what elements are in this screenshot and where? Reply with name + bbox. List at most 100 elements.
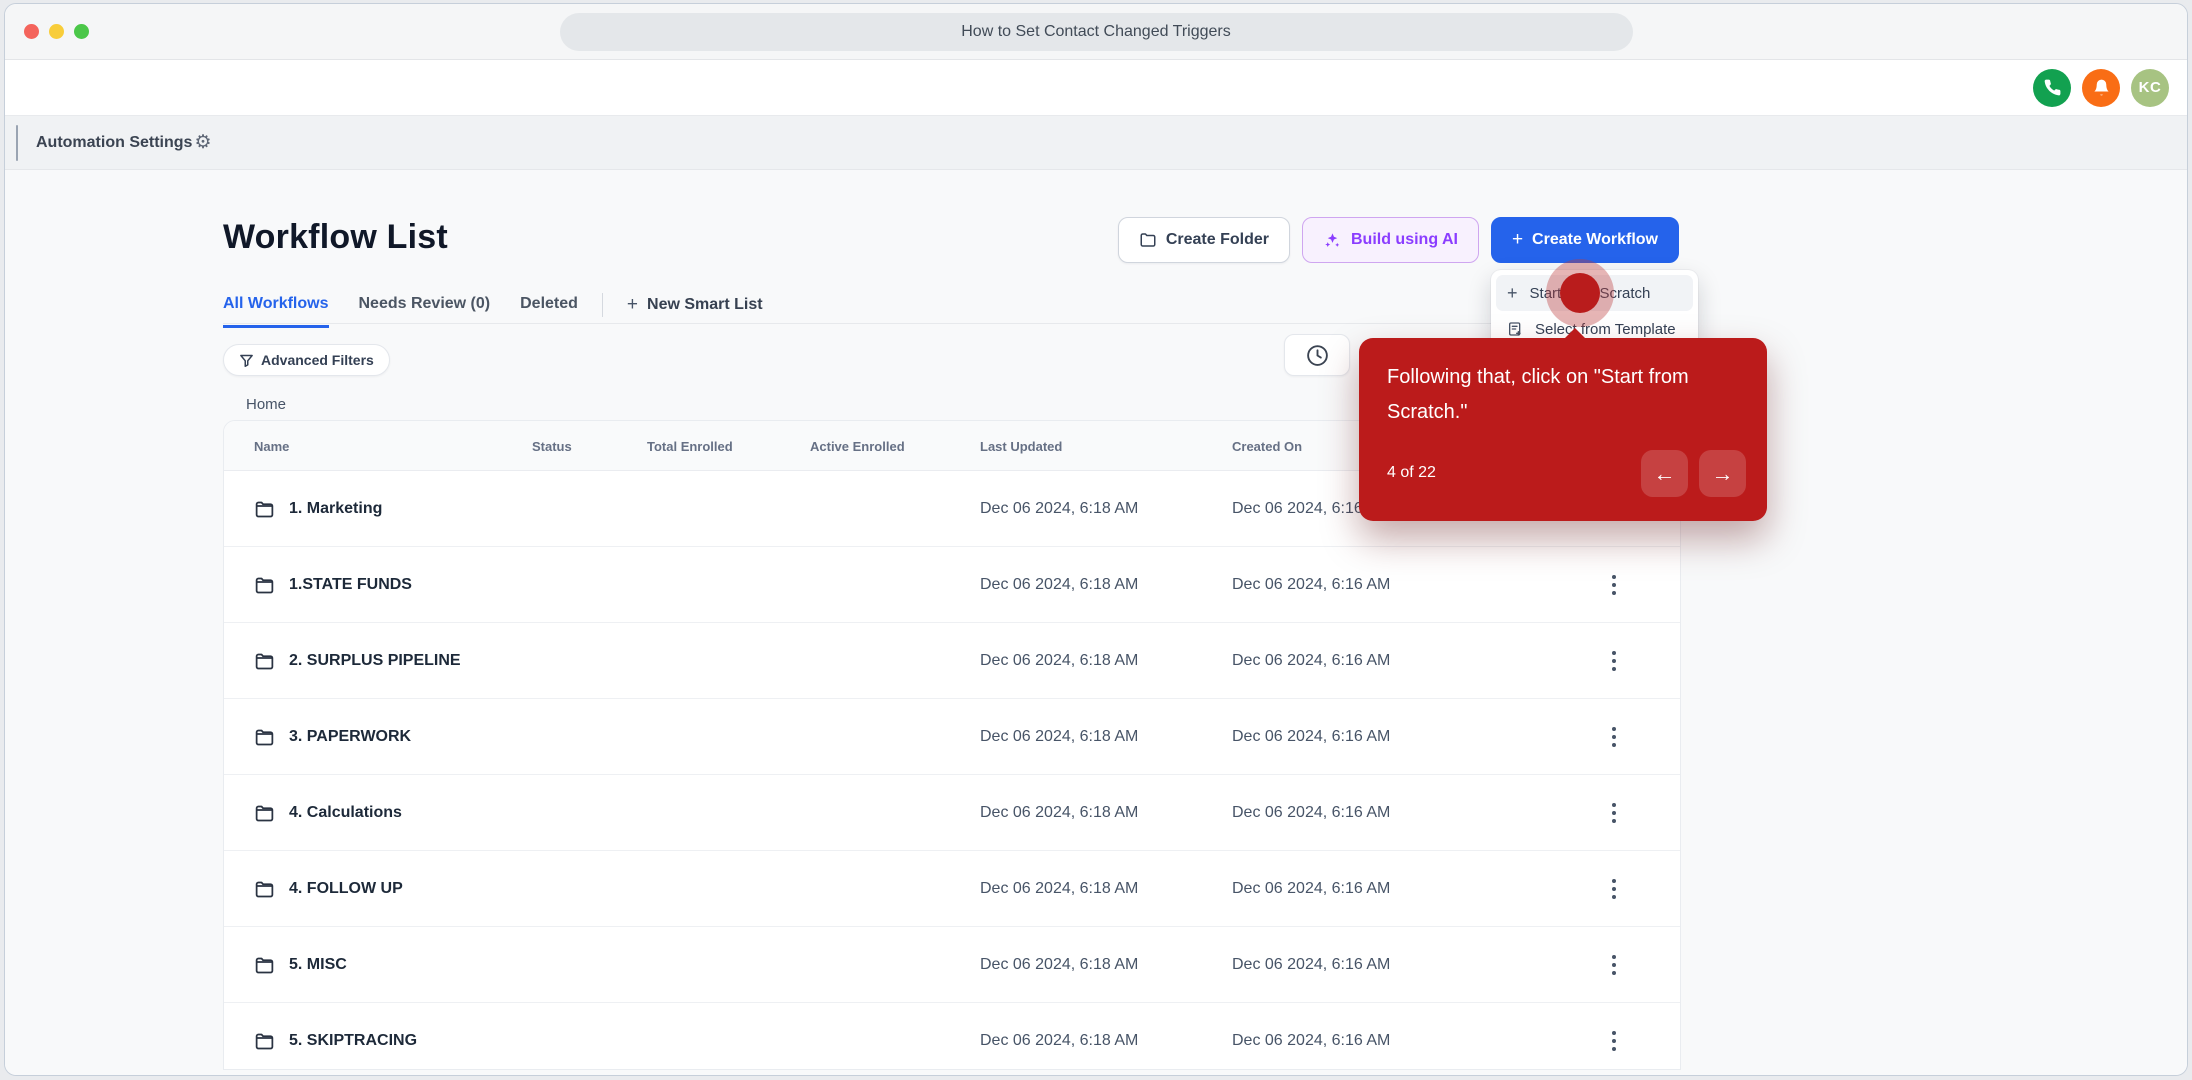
notifications-button[interactable]	[2082, 68, 2120, 107]
folder-icon	[254, 727, 275, 748]
app-header: KC	[5, 60, 2187, 116]
created-on-value: Dec 06 2024, 6:16 AM	[1232, 728, 1391, 745]
last-updated-value: Dec 06 2024, 6:18 AM	[980, 500, 1139, 517]
template-icon	[1507, 321, 1523, 337]
created-on-value: Dec 06 2024, 6:16 AM	[1232, 1032, 1391, 1049]
toolbar: Create Folder Build using AI + Create Wo…	[1117, 217, 1679, 263]
folder-icon	[254, 955, 275, 976]
build-using-ai-button[interactable]: Build using AI	[1301, 217, 1479, 263]
folder-icon	[1139, 231, 1157, 249]
create-folder-label: Create Folder	[1165, 231, 1269, 248]
table-row[interactable]: 4. FOLLOW UP Dec 06 2024, 6:18 AM Dec 06…	[224, 851, 1680, 927]
settings-bar: Automation Settings ⚙	[5, 116, 2187, 170]
create-workflow-button[interactable]: + Create Workflow	[1490, 217, 1679, 263]
plus-icon: +	[1507, 282, 1518, 303]
close-window-icon[interactable]	[24, 24, 39, 39]
last-updated-value: Dec 06 2024, 6:18 AM	[980, 880, 1139, 897]
minimize-window-icon[interactable]	[49, 24, 64, 39]
main-content: Workflow List Create Folder Build using …	[5, 170, 2187, 1075]
row-actions-icon[interactable]	[1602, 1003, 1626, 1069]
folder-name: 5. MISC	[289, 956, 347, 973]
window-title: How to Set Contact Changed Triggers	[961, 22, 1231, 40]
folder-name: 5. SKIPTRACING	[289, 1032, 418, 1049]
advanced-filters-button[interactable]: Advanced Filters	[223, 344, 390, 376]
column-header-last-updated: Last Updated	[980, 438, 1063, 454]
tooltip-nav: ← →	[1641, 450, 1746, 497]
plus-icon: +	[626, 293, 639, 315]
breadcrumb[interactable]: Home	[246, 396, 286, 413]
gear-icon[interactable]: ⚙	[194, 133, 211, 152]
advanced-filters-label: Advanced Filters	[261, 352, 374, 368]
created-on-value: Dec 06 2024, 6:16 AM	[1232, 880, 1391, 897]
folder-icon	[254, 1031, 275, 1052]
column-header-name: Name	[254, 438, 290, 454]
last-updated-value: Dec 06 2024, 6:18 AM	[980, 728, 1139, 745]
guide-tooltip: Following that, click on "Start from Scr…	[1359, 328, 1767, 521]
funnel-icon	[239, 353, 254, 368]
tab-bar: All Workflows Needs Review (0) Deleted +…	[223, 286, 1679, 328]
tab-needs-review[interactable]: Needs Review (0)	[359, 295, 491, 328]
folder-name: 3. PAPERWORK	[289, 728, 412, 745]
create-workflow-label: Create Workflow	[1532, 231, 1658, 248]
arrow-right-icon: →	[1711, 460, 1734, 486]
last-updated-value: Dec 06 2024, 6:18 AM	[980, 1032, 1139, 1049]
window-controls	[24, 4, 89, 59]
table-row[interactable]: 1.STATE FUNDS Dec 06 2024, 6:18 AM Dec 0…	[224, 547, 1680, 623]
row-actions-icon[interactable]	[1602, 623, 1626, 699]
avatar-initials: KC	[2138, 79, 2162, 96]
row-actions-icon[interactable]	[1602, 547, 1626, 623]
row-actions-icon[interactable]	[1602, 851, 1626, 927]
column-header-status: Status	[532, 438, 572, 454]
row-actions-icon[interactable]	[1602, 927, 1626, 1003]
tooltip-text: Following that, click on "Start from Scr…	[1387, 366, 1689, 423]
folder-name: 1. Marketing	[289, 500, 383, 517]
automation-settings-label: Automation Settings	[36, 133, 193, 151]
column-header-total-enrolled: Total Enrolled	[647, 438, 733, 454]
created-on-value: Dec 06 2024, 6:16 AM	[1232, 576, 1391, 593]
created-on-value: Dec 06 2024, 6:16 AM	[1232, 804, 1391, 821]
tooltip-arrow-icon	[1563, 328, 1587, 340]
menu-item-label: Select from Template	[1535, 320, 1676, 338]
new-smart-list-button[interactable]: + New Smart List	[627, 294, 763, 316]
table-row[interactable]: 5. MISC Dec 06 2024, 6:18 AM Dec 06 2024…	[224, 927, 1680, 1003]
created-on-value: Dec 06 2024, 6:16 AM	[1232, 652, 1391, 669]
history-button[interactable]	[1284, 334, 1350, 376]
table-body: 1. Marketing Dec 06 2024, 6:18 AM Dec 06…	[224, 471, 1680, 1069]
folder-name: 4. Calculations	[289, 804, 402, 821]
build-using-ai-label: Build using AI	[1350, 231, 1458, 248]
table-row[interactable]: 3. PAPERWORK Dec 06 2024, 6:18 AM Dec 06…	[224, 699, 1680, 775]
arrow-left-icon: ←	[1653, 460, 1676, 486]
table-row[interactable]: 2. SURPLUS PIPELINE Dec 06 2024, 6:18 AM…	[224, 623, 1680, 699]
row-actions-icon[interactable]	[1602, 775, 1626, 851]
browser-tab-title[interactable]: How to Set Contact Changed Triggers	[559, 12, 1633, 51]
avatar[interactable]: KC	[2131, 68, 2169, 107]
last-updated-value: Dec 06 2024, 6:18 AM	[980, 576, 1139, 593]
table-row[interactable]: 5. SKIPTRACING Dec 06 2024, 6:18 AM Dec …	[224, 1003, 1680, 1069]
column-header-active-enrolled: Active Enrolled	[810, 438, 905, 454]
row-actions-icon[interactable]	[1602, 699, 1626, 775]
tooltip-step-counter: 4 of 22	[1387, 464, 1436, 481]
page-title: Workflow List	[223, 218, 448, 256]
folder-icon	[254, 803, 275, 824]
last-updated-value: Dec 06 2024, 6:18 AM	[980, 804, 1139, 821]
next-step-button[interactable]: →	[1699, 450, 1746, 497]
phone-button[interactable]	[2033, 68, 2071, 107]
last-updated-value: Dec 06 2024, 6:18 AM	[980, 956, 1139, 973]
titlebar: How to Set Contact Changed Triggers	[5, 4, 2187, 60]
app-window: How to Set Contact Changed Triggers KC A…	[4, 3, 2188, 1076]
previous-step-button[interactable]: ←	[1641, 450, 1688, 497]
last-updated-value: Dec 06 2024, 6:18 AM	[980, 652, 1139, 669]
tab-deleted[interactable]: Deleted	[520, 295, 578, 328]
folder-name: 1.STATE FUNDS	[289, 576, 412, 593]
zoom-window-icon[interactable]	[74, 24, 89, 39]
new-smart-list-label: New Smart List	[647, 295, 763, 313]
folder-name: 2. SURPLUS PIPELINE	[289, 652, 461, 669]
table-row[interactable]: 4. Calculations Dec 06 2024, 6:18 AM Dec…	[224, 775, 1680, 851]
folder-icon	[254, 499, 275, 520]
folder-icon	[254, 651, 275, 672]
folder-icon	[254, 879, 275, 900]
clock-icon	[1305, 343, 1330, 368]
create-folder-button[interactable]: Create Folder	[1117, 217, 1290, 263]
bell-icon	[2092, 78, 2111, 97]
tab-all-workflows[interactable]: All Workflows	[223, 295, 329, 328]
